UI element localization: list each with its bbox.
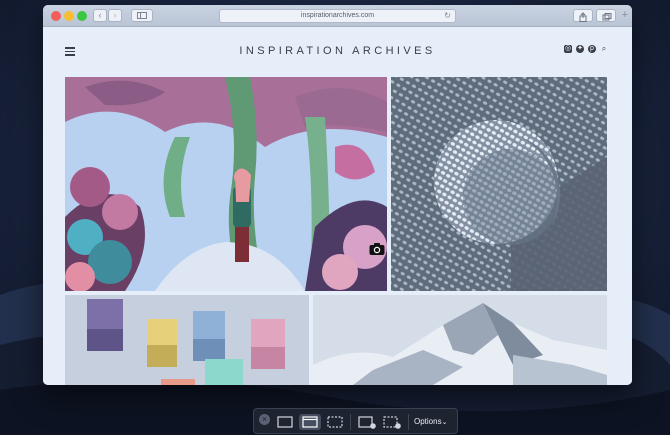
- back-button[interactable]: ‹: [93, 9, 107, 22]
- screen-icon: [277, 416, 293, 428]
- pinterest-icon[interactable]: p: [588, 45, 596, 53]
- chevron-right-icon: ›: [113, 10, 117, 20]
- chevron-left-icon: ‹: [98, 10, 102, 20]
- browser-titlebar: ‹ › inspirationarchives.com ↻ +: [43, 5, 632, 27]
- social-links: ◎ ✦ p ⌕: [564, 45, 608, 53]
- share-icon: [579, 12, 587, 22]
- record-selection-button[interactable]: [381, 414, 403, 430]
- new-tab-button[interactable]: +: [622, 9, 628, 21]
- toolbar-divider: [408, 414, 409, 430]
- screenshot-toolbar: × Options⌄: [253, 408, 458, 434]
- url-text: inspirationarchives.com: [300, 12, 375, 19]
- capture-selection-button[interactable]: [324, 414, 346, 430]
- options-label: Options: [414, 417, 442, 426]
- twitter-icon[interactable]: ✦: [576, 45, 584, 53]
- camera-icon[interactable]: [369, 242, 385, 256]
- gallery-image-cubes[interactable]: [65, 295, 309, 385]
- record-selection-icon: [383, 416, 401, 429]
- share-button[interactable]: [573, 9, 593, 22]
- forward-button[interactable]: ›: [108, 9, 122, 22]
- browser-window: ‹ › inspirationarchives.com ↻ + INSPIRAT…: [43, 5, 632, 385]
- capture-window-button[interactable]: [299, 414, 321, 430]
- reload-icon[interactable]: ↻: [444, 10, 451, 22]
- instagram-icon[interactable]: ◎: [564, 45, 572, 53]
- show-tabs-button[interactable]: [596, 9, 616, 22]
- sidebar-icon: [137, 12, 147, 19]
- close-toolbar-icon[interactable]: ×: [259, 414, 270, 425]
- toolbar-divider: [350, 414, 351, 430]
- web-page: INSPIRATION ARCHIVES ◎ ✦ p ⌕: [43, 27, 632, 385]
- address-bar[interactable]: inspirationarchives.com ↻: [219, 9, 456, 23]
- chevron-down-icon: ⌄: [441, 419, 448, 426]
- record-screen-icon: [358, 416, 376, 429]
- gallery-image-forest[interactable]: [65, 77, 387, 291]
- options-button[interactable]: Options⌄: [414, 414, 447, 430]
- window-icon: [302, 416, 318, 428]
- sidebar-toggle-button[interactable]: [131, 9, 153, 22]
- search-icon[interactable]: ⌕: [600, 45, 608, 53]
- site-title[interactable]: INSPIRATION ARCHIVES: [43, 45, 632, 57]
- gallery-image-sphere[interactable]: [391, 77, 607, 291]
- tabs-icon: [602, 13, 612, 21]
- minimize-window-button[interactable]: [64, 11, 74, 21]
- gallery-image-mountain[interactable]: [313, 295, 607, 385]
- capture-entire-screen-button[interactable]: [274, 414, 296, 430]
- record-screen-button[interactable]: [356, 414, 378, 430]
- fullscreen-window-button[interactable]: [77, 11, 87, 21]
- selection-icon: [327, 416, 343, 428]
- close-window-button[interactable]: [51, 11, 61, 21]
